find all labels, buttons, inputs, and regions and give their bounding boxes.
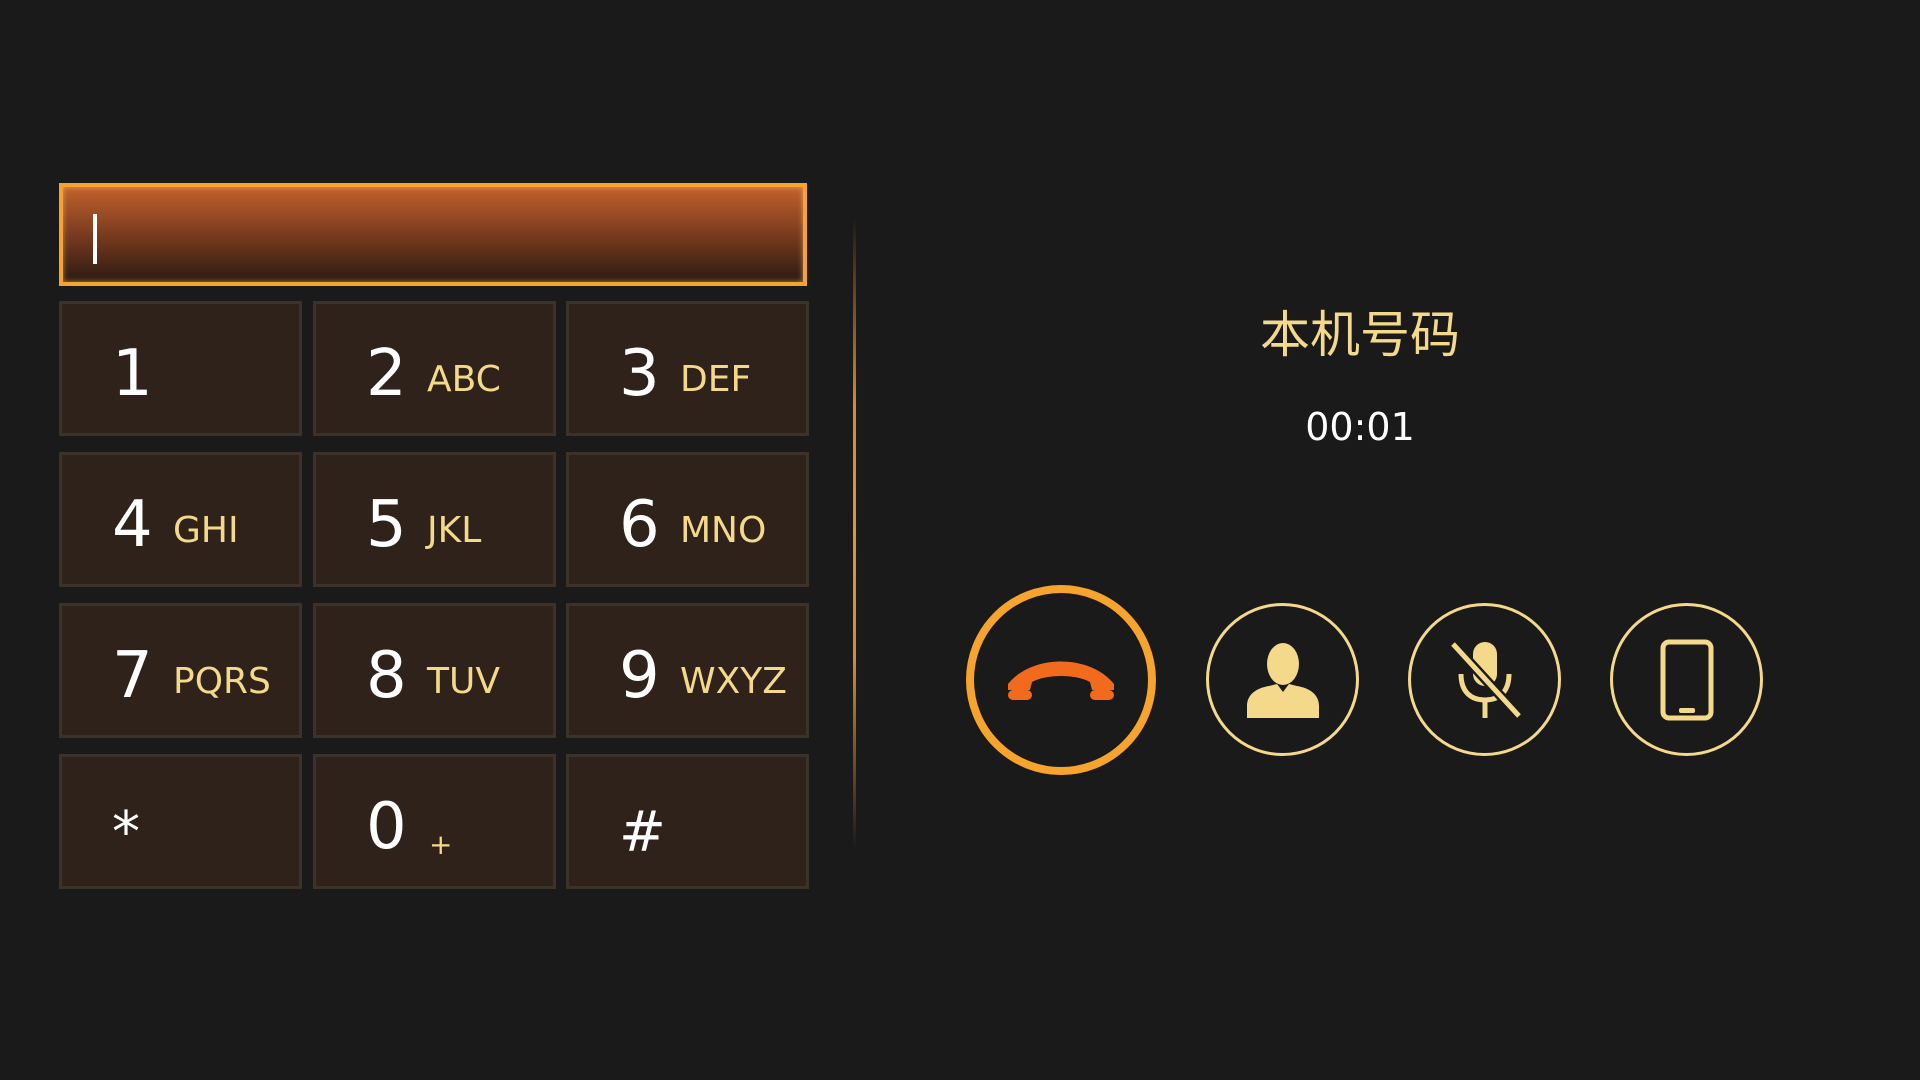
- text-cursor: [93, 214, 97, 264]
- key-letters: MNO: [680, 510, 767, 551]
- key-letters: PQRS: [173, 661, 271, 702]
- key-star[interactable]: *: [59, 754, 302, 889]
- call-timer: 00:01: [1305, 405, 1415, 449]
- key-5[interactable]: 5 JKL: [313, 452, 556, 587]
- key-digit: 9: [619, 639, 660, 713]
- key-2[interactable]: 2 ABC: [313, 301, 556, 436]
- key-letters: TUV: [427, 661, 500, 702]
- contact-button[interactable]: [1206, 603, 1359, 756]
- key-6[interactable]: 6 MNO: [566, 452, 809, 587]
- key-3[interactable]: 3 DEF: [566, 301, 809, 436]
- key-digit: #: [619, 800, 666, 865]
- key-letters: DEF: [680, 359, 752, 400]
- key-digit: 8: [366, 639, 407, 713]
- key-digit: 6: [619, 488, 660, 562]
- key-digit: 1: [112, 337, 153, 411]
- key-letters: WXYZ: [680, 661, 787, 702]
- caller-name: 本机号码: [1260, 306, 1460, 364]
- phone-dialer-screen: 1 2 ABC 3 DEF 4 GHI 5 JKL 6 MNO 7 PQRS 8: [0, 0, 1920, 1080]
- key-digit: 7: [112, 639, 153, 713]
- key-digit: 5: [366, 488, 407, 562]
- key-digit: 0: [366, 790, 407, 864]
- key-digit: *: [112, 800, 140, 865]
- key-letters: ABC: [427, 359, 501, 400]
- phone-device-button[interactable]: [1610, 603, 1763, 756]
- key-8[interactable]: 8 TUV: [313, 603, 556, 738]
- key-0[interactable]: 0 +: [313, 754, 556, 889]
- microphone-muted-icon: [1448, 640, 1523, 719]
- key-hash[interactable]: #: [566, 754, 809, 889]
- hang-up-icon: [1008, 661, 1114, 700]
- key-letters: +: [429, 828, 453, 861]
- dial-keypad: 1 2 ABC 3 DEF 4 GHI 5 JKL 6 MNO 7 PQRS 8: [59, 301, 809, 891]
- dial-number-input[interactable]: [59, 183, 807, 286]
- panel-divider: [853, 218, 856, 848]
- key-digit: 2: [366, 337, 407, 411]
- key-9[interactable]: 9 WXYZ: [566, 603, 809, 738]
- key-digit: 3: [619, 337, 660, 411]
- key-letters: JKL: [427, 510, 482, 551]
- key-letters: GHI: [173, 510, 239, 551]
- mute-button[interactable]: [1408, 603, 1561, 756]
- key-digit: 4: [112, 488, 153, 562]
- contact-icon: [1246, 642, 1319, 718]
- key-1[interactable]: 1: [59, 301, 302, 436]
- key-4[interactable]: 4 GHI: [59, 452, 302, 587]
- end-call-button[interactable]: [966, 585, 1156, 775]
- phone-device-icon: [1660, 639, 1713, 720]
- key-7[interactable]: 7 PQRS: [59, 603, 302, 738]
